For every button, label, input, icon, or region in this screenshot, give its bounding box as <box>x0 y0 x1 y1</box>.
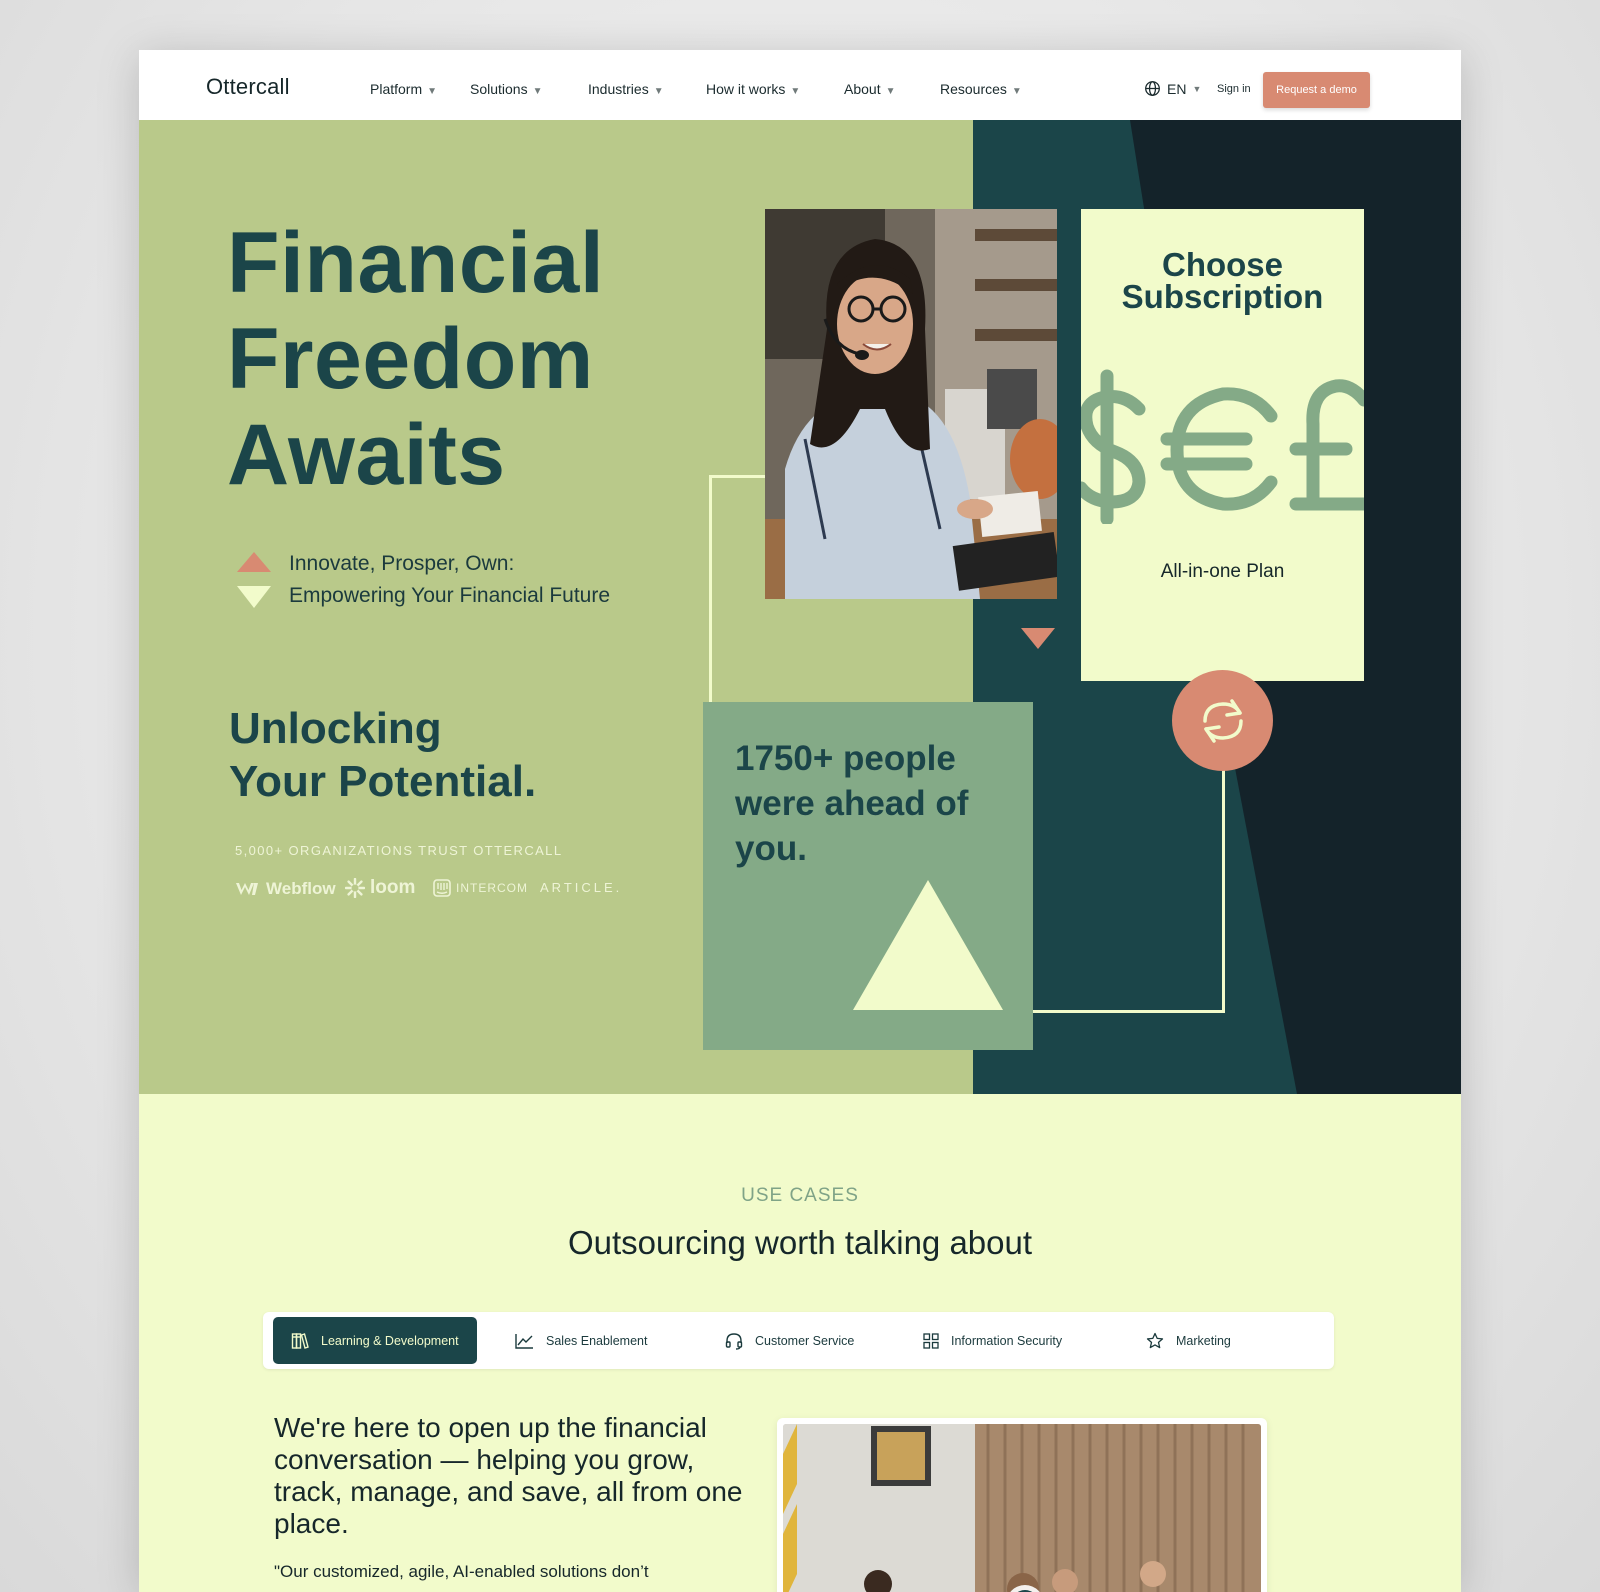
triangle-up-decoration <box>237 552 271 572</box>
triangle-down-decoration <box>237 586 271 608</box>
language-selector[interactable]: EN ▼ <box>1144 80 1201 97</box>
line-chart-icon <box>515 1333 533 1349</box>
connector-line <box>709 475 767 709</box>
nav-label: Industries <box>588 81 649 97</box>
use-case-heading: We're here to open up the financial conv… <box>274 1412 743 1539</box>
trust-text: 5,000+ ORGANIZATIONS TRUST OTTERCALL <box>235 843 563 858</box>
caret-down-icon: ▼ <box>427 86 438 97</box>
partner-loom: loom <box>345 877 415 899</box>
tab-label: Marketing <box>1176 1333 1231 1348</box>
tab-learning-development[interactable]: Learning & Development <box>273 1317 477 1364</box>
stat-box: 1750+ people were ahead of you. <box>703 702 1033 1050</box>
logo[interactable]: Ottercall <box>206 74 290 100</box>
headset-icon <box>725 1332 743 1350</box>
stat-line: were ahead of <box>735 784 969 823</box>
hero-title-line: Awaits <box>227 407 506 503</box>
nav-industries[interactable]: Industries ▼ <box>588 81 664 97</box>
hero-subtitle: Unlocking Your Potential. <box>229 702 536 808</box>
agent-photo-illustration <box>765 209 1057 599</box>
nav-solutions[interactable]: Solutions ▼ <box>470 81 543 97</box>
partner-label: Webflow <box>266 879 336 898</box>
site-header: Ottercall Platform ▼ Solutions ▼ Industrie… <box>139 50 1461 120</box>
tab-label: Learning & Development <box>321 1333 459 1348</box>
partner-article: ARTICLE. <box>540 880 622 895</box>
card-title-line: Choose <box>1161 246 1283 283</box>
tagline-line: Empowering Your Financial Future <box>289 584 611 607</box>
caret-down-icon: ▼ <box>885 86 896 97</box>
hero-title-line: Financial <box>227 215 605 311</box>
use-cases-title: Outsourcing worth talking about <box>567 1224 1033 1261</box>
nav-label: Platform <box>370 81 423 97</box>
plan-label: All-in-one Plan <box>1160 561 1285 582</box>
caret-down-icon: ▼ <box>1192 83 1202 94</box>
nav-about[interactable]: About ▼ <box>844 81 896 97</box>
partner-label: loom <box>370 877 416 898</box>
nav-label: About <box>844 81 881 97</box>
subscription-card[interactable]: Choose Subscription All-in-one Plan <box>1081 209 1364 681</box>
tab-information-security[interactable]: Information Security <box>923 1317 1062 1364</box>
card-title-line: Subscription <box>1121 278 1324 315</box>
grid-icon <box>923 1332 939 1349</box>
nav-resources[interactable]: Resources ▼ <box>940 81 1022 97</box>
tab-label: Sales Enablement <box>546 1333 648 1348</box>
nav-label: Resources <box>940 81 1007 97</box>
books-icon <box>291 1332 309 1349</box>
sign-in-link[interactable]: Sign in <box>1217 83 1251 95</box>
nav-platform[interactable]: Platform ▼ <box>370 81 437 97</box>
office-team-illustration <box>783 1424 1261 1592</box>
page: Ottercall Platform ▼ Solutions ▼ Industrie… <box>139 50 1461 1592</box>
stat-line: you. <box>735 829 807 868</box>
caret-down-icon: ▼ <box>790 86 801 97</box>
loom-icon <box>345 878 365 898</box>
currency-icon <box>1081 369 1364 524</box>
hero-tagline: Innovate, Prosper, Own: Empowering Your … <box>289 548 610 612</box>
video-card[interactable] <box>777 1418 1267 1592</box>
use-cases-label: USE CASES <box>741 1185 859 1206</box>
caret-down-icon: ▼ <box>1011 86 1022 97</box>
refresh-icon <box>1202 698 1243 743</box>
nav-how-it-works[interactable]: How it works ▼ <box>706 81 800 97</box>
video-thumbnail <box>783 1424 1261 1592</box>
tab-label: Customer Service <box>755 1333 855 1348</box>
stat-line: 1750+ people <box>735 739 956 778</box>
partner-label: ARTICLE. <box>540 880 623 895</box>
tab-sales-enablement[interactable]: Sales Enablement <box>515 1317 647 1364</box>
globe-icon <box>1145 81 1160 96</box>
star-icon <box>1146 1332 1164 1348</box>
triangle-down-decoration <box>1021 628 1055 649</box>
tab-label: Information Security <box>951 1333 1063 1348</box>
connector-line <box>1032 745 1225 1013</box>
partner-intercom: INTERCOM <box>433 879 528 897</box>
agent-photo <box>765 209 1057 599</box>
use-case-quote: "Our customized, agile, AI-enabled solut… <box>274 1562 649 1581</box>
hero-section: Financial Freedom Awaits Innovate, Prosp… <box>139 120 1461 1094</box>
stat-text: 1750+ people were ahead of you. <box>735 736 1015 871</box>
hero-title-line: Freedom <box>227 311 594 407</box>
card-title: Choose Subscription <box>1081 246 1364 315</box>
subtitle-line: Unlocking <box>229 704 442 753</box>
caret-down-icon: ▼ <box>532 86 543 97</box>
hero-title: Financial Freedom Awaits <box>227 215 707 503</box>
partner-label: INTERCOM <box>456 881 528 895</box>
nav-label: How it works <box>706 81 786 97</box>
subtitle-line: Your Potential. <box>229 757 537 806</box>
partner-webflow: Webflow <box>235 879 336 899</box>
tab-customer-service[interactable]: Customer Service <box>725 1317 854 1364</box>
caret-down-icon: ▼ <box>653 86 664 97</box>
language-label: EN <box>1167 80 1187 97</box>
triangle-up-decoration <box>853 880 1003 1010</box>
refresh-button[interactable] <box>1172 670 1273 771</box>
use-case-tabs: Learning & Development Sales Enablement … <box>263 1312 1334 1369</box>
nav-label: Solutions <box>470 81 528 97</box>
tagline-line: Innovate, Prosper, Own: <box>289 552 515 575</box>
request-demo-button[interactable]: Request a demo <box>1263 72 1370 108</box>
tab-marketing[interactable]: Marketing <box>1146 1317 1231 1364</box>
webflow-icon <box>236 883 258 895</box>
intercom-icon <box>433 879 451 897</box>
